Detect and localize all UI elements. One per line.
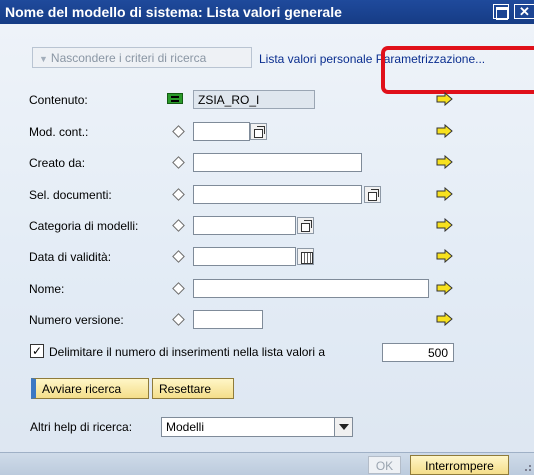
dialog-body: ▼ Nascondere i criteri di ricerca Lista v… bbox=[0, 24, 534, 475]
selection-option[interactable] bbox=[171, 124, 186, 138]
diamond-icon bbox=[172, 156, 185, 169]
yellow-arrow-icon[interactable] bbox=[436, 187, 454, 201]
hide-criteria-label: Nascondere i criteri di ricerca bbox=[50, 51, 207, 65]
resize-grip-icon[interactable] bbox=[522, 460, 532, 472]
highlight-annotation bbox=[381, 46, 534, 94]
equals-icon[interactable] bbox=[167, 93, 183, 104]
row-contenuto: Contenuto: ZSIA_RO_I bbox=[0, 89, 534, 111]
field-label: Creato da: bbox=[29, 156, 86, 170]
f4-help-icon[interactable] bbox=[250, 123, 267, 140]
max-hits-field[interactable]: 500 bbox=[382, 343, 454, 362]
calendar-icon[interactable] bbox=[297, 248, 314, 265]
limit-checkbox[interactable]: ✓ bbox=[30, 344, 44, 358]
field-label: Contenuto: bbox=[29, 93, 88, 107]
yellow-arrow-icon[interactable] bbox=[436, 312, 454, 326]
creato-da-field[interactable] bbox=[193, 153, 362, 172]
hide-criteria-button[interactable]: ▼ Nascondere i criteri di ricerca bbox=[32, 47, 252, 68]
field-label: Categoria di modelli: bbox=[29, 219, 139, 233]
field-label: Mod. cont.: bbox=[29, 125, 89, 139]
ok-button[interactable]: OK bbox=[368, 456, 401, 474]
categoria-modelli-field[interactable] bbox=[193, 216, 296, 235]
row-sel-documenti: Sel. documenti: bbox=[0, 184, 534, 206]
diamond-icon bbox=[172, 313, 185, 326]
row-data-validita: Data di validità: bbox=[0, 246, 534, 268]
selection-option[interactable] bbox=[171, 155, 186, 169]
yellow-arrow-icon[interactable] bbox=[436, 218, 454, 232]
cancel-button[interactable]: Interrompere bbox=[410, 455, 509, 475]
row-numero-versione: Numero versione: bbox=[0, 309, 534, 331]
window-title: Nome del modello di sistema: Lista valor… bbox=[5, 4, 342, 20]
data-validita-field[interactable] bbox=[193, 247, 296, 266]
selection-option[interactable] bbox=[171, 312, 186, 326]
numero-versione-field[interactable] bbox=[193, 310, 263, 329]
row-categoria-modelli: Categoria di modelli: bbox=[0, 215, 534, 237]
start-search-button[interactable]: Avviare ricerca bbox=[31, 378, 149, 399]
yellow-arrow-icon[interactable] bbox=[436, 92, 454, 106]
other-help-select[interactable]: Modelli bbox=[161, 417, 353, 437]
mod-cont-field[interactable] bbox=[193, 122, 250, 141]
personal-value-list-link[interactable]: Lista valori personale bbox=[259, 52, 372, 66]
diamond-icon bbox=[172, 282, 185, 295]
close-icon[interactable]: ✕ bbox=[514, 4, 534, 19]
nome-field[interactable] bbox=[193, 279, 429, 298]
diamond-icon bbox=[172, 250, 185, 263]
reset-button[interactable]: Resettare bbox=[152, 378, 234, 399]
window-titlebar: Nome del modello di sistema: Lista valor… bbox=[0, 0, 534, 24]
yellow-arrow-icon[interactable] bbox=[436, 249, 454, 263]
yellow-arrow-icon[interactable] bbox=[436, 124, 454, 138]
field-label: Nome: bbox=[29, 282, 65, 296]
f4-help-icon[interactable] bbox=[297, 217, 314, 234]
other-help-label: Altri help di ricerca: bbox=[30, 420, 133, 434]
minimize-icon[interactable] bbox=[493, 4, 509, 20]
limit-label: Delimitare il numero di inserimenti nell… bbox=[49, 345, 326, 359]
triangle-down-icon: ▼ bbox=[39, 54, 48, 64]
field-label: Sel. documenti: bbox=[29, 188, 112, 202]
yellow-arrow-icon[interactable] bbox=[436, 281, 454, 295]
diamond-icon bbox=[172, 219, 185, 232]
diamond-icon bbox=[172, 125, 185, 138]
diamond-icon bbox=[172, 188, 185, 201]
dropdown-arrow-icon[interactable] bbox=[334, 418, 352, 436]
selection-option[interactable] bbox=[171, 281, 186, 295]
field-label: Numero versione: bbox=[29, 313, 124, 327]
selection-option[interactable] bbox=[171, 218, 186, 232]
selection-option[interactable] bbox=[171, 187, 186, 201]
selection-option[interactable] bbox=[171, 249, 186, 263]
yellow-arrow-icon[interactable] bbox=[436, 155, 454, 169]
field-label: Data di validità: bbox=[29, 250, 112, 264]
f4-help-icon[interactable] bbox=[364, 186, 381, 203]
contenuto-field[interactable]: ZSIA_RO_I bbox=[193, 90, 315, 109]
sel-documenti-field[interactable] bbox=[193, 185, 362, 204]
row-creato-da: Creato da: bbox=[0, 152, 534, 174]
row-nome: Nome: bbox=[0, 278, 534, 300]
other-help-value: Modelli bbox=[166, 420, 205, 434]
row-mod-cont: Mod. cont.: bbox=[0, 121, 534, 143]
